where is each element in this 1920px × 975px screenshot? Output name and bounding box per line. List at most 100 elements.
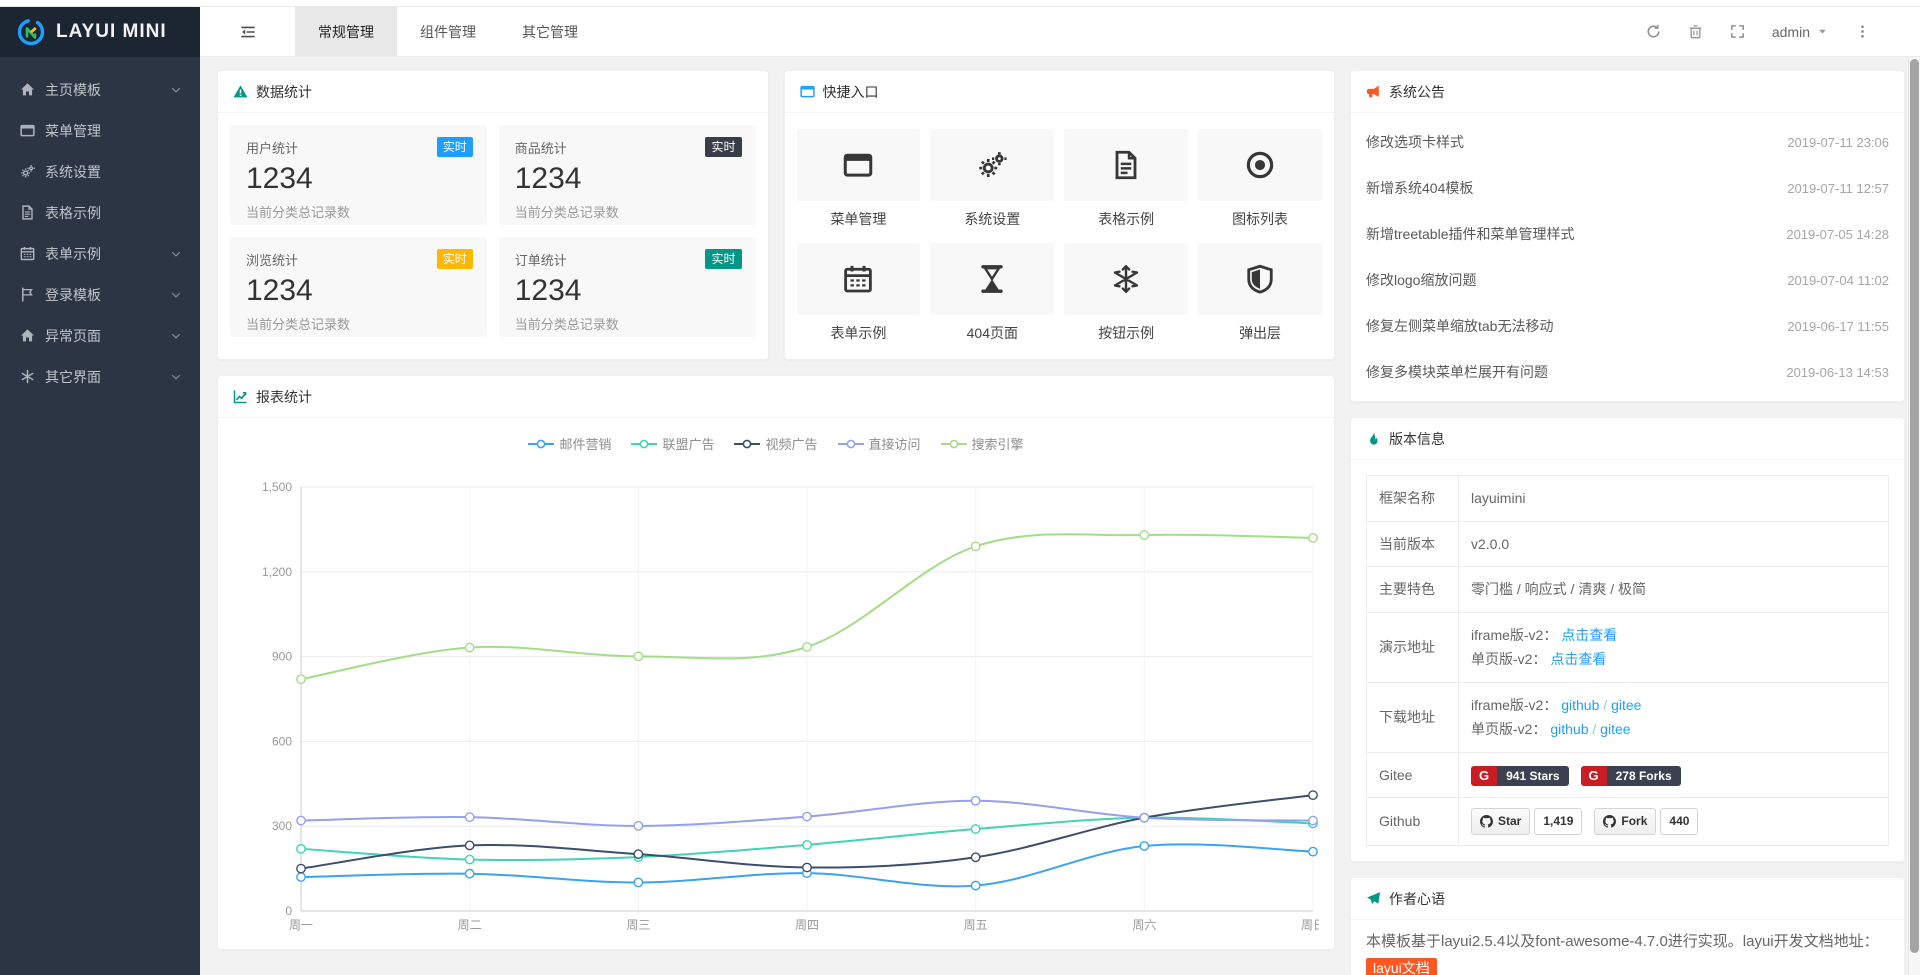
- sidebar-item-label: 表格示例: [45, 203, 101, 223]
- panel-version-info-header: 版本信息: [1351, 418, 1904, 460]
- topbar-actions: admin: [1646, 24, 1920, 40]
- version-link[interactable]: 点击查看: [1550, 651, 1606, 667]
- sidebar-item-label: 其它界面: [45, 367, 101, 387]
- layui-doc-badge[interactable]: layui文档: [1366, 958, 1437, 975]
- chart-body: 邮件营销联盟广告视频广告直接访问搜索引擎 03006009001,2001,50…: [218, 418, 1334, 949]
- github-star-button[interactable]: Star1,419: [1471, 808, 1582, 835]
- fire-icon: [1366, 431, 1381, 446]
- svg-text:周四: 周四: [795, 918, 819, 932]
- announcement-row[interactable]: 新增系统404模板2019-07-11 12:57: [1366, 165, 1889, 211]
- quick-entry-表格示例[interactable]: 表格示例: [1064, 129, 1188, 229]
- sidebar-item-8[interactable]: 其它界面: [0, 356, 200, 397]
- chevron-down-icon: [170, 289, 182, 301]
- home-icon: [20, 328, 35, 343]
- announcement-row[interactable]: 修复多模块菜单栏展开有问题2019-06-13 14:53: [1366, 349, 1889, 395]
- panel-title: 快捷入口: [823, 82, 879, 102]
- stat-value: 1234: [246, 274, 471, 308]
- quick-entry-菜单管理[interactable]: 菜单管理: [797, 129, 921, 229]
- panel-announcements-header: 系统公告: [1351, 71, 1904, 113]
- realtime-badge: 实时: [705, 249, 741, 269]
- stat-desc: 当前分类总记录数: [515, 202, 740, 221]
- sidebar-item-2[interactable]: 菜单管理: [0, 110, 200, 151]
- file-icon: [1111, 150, 1141, 180]
- realtime-badge: 实时: [437, 249, 473, 269]
- page-scrollbar[interactable]: [1908, 57, 1920, 975]
- quick-entry-表单示例[interactable]: 表单示例: [797, 243, 921, 343]
- quick-entry-图标列表[interactable]: 图标列表: [1198, 129, 1322, 229]
- clear-trash-icon[interactable]: [1688, 24, 1703, 39]
- version-row: 框架名称layuimini: [1367, 476, 1889, 522]
- stat-value: 1234: [515, 274, 740, 308]
- sidebar: LAYUI MINI 主页模板菜单管理系统设置表格示例表单示例登录模板异常页面其…: [0, 7, 200, 975]
- github-icon: [1480, 815, 1493, 828]
- legend-item-邮件营销[interactable]: 邮件营销: [528, 434, 611, 453]
- quick-entry-404页面[interactable]: 404页面: [930, 243, 1054, 343]
- version-link[interactable]: gitee: [1611, 697, 1641, 713]
- sidebar-item-5[interactable]: 表单示例: [0, 233, 200, 274]
- home-icon: [20, 82, 35, 97]
- svg-text:600: 600: [272, 734, 292, 748]
- realtime-badge: 实时: [705, 137, 741, 157]
- announcement-row[interactable]: 修复左侧菜单缩放tab无法移动2019-06-17 11:55: [1366, 303, 1889, 349]
- svg-text:1,500: 1,500: [262, 480, 292, 494]
- announcement-date: 2019-06-17 11:55: [1787, 319, 1889, 334]
- left-column: 数据统计 用户统计1234当前分类总记录数实时商品统计1234当前分类总记录数实…: [217, 70, 1335, 975]
- flag-icon: [20, 287, 35, 302]
- announcement-text: 新增treetable插件和菜单管理样式: [1366, 224, 1574, 244]
- tab-2[interactable]: 组件管理: [397, 7, 499, 56]
- refresh-icon[interactable]: [1646, 24, 1661, 39]
- version-value: iframe版-v2： 点击查看单页版-v2： 点击查看: [1459, 612, 1889, 682]
- gitee-badge[interactable]: G941 Stars: [1471, 766, 1569, 786]
- announcement-row[interactable]: 新增treetable插件和菜单管理样式 2019-07-05 14:28: [1366, 211, 1889, 257]
- stats-cards: 用户统计1234当前分类总记录数实时商品统计1234当前分类总记录数实时浏览统计…: [218, 113, 768, 349]
- calendar-icon: [20, 246, 35, 261]
- snowflake-icon: [1111, 264, 1141, 294]
- announcement-date: 2019-07-05 14:28: [1786, 227, 1889, 242]
- gitee-badge[interactable]: G278 Forks: [1581, 766, 1681, 786]
- sidebar-item-3[interactable]: 系统设置: [0, 151, 200, 192]
- layui-logo-icon: [16, 17, 46, 47]
- sidebar-item-6[interactable]: 登录模板: [0, 274, 200, 315]
- legend-item-搜索引擎[interactable]: 搜索引擎: [941, 434, 1024, 453]
- announcement-text: 新增系统404模板: [1366, 178, 1473, 198]
- github-count[interactable]: 440: [1660, 808, 1698, 835]
- version-row: GithubStar1,419Fork440: [1367, 798, 1889, 846]
- legend-item-视频广告[interactable]: 视频广告: [734, 434, 817, 453]
- github-count[interactable]: 1,419: [1534, 808, 1582, 835]
- svg-text:周六: 周六: [1132, 918, 1156, 932]
- tab-1[interactable]: 常规管理: [295, 7, 397, 56]
- sidebar-item-1[interactable]: 主页模板: [0, 69, 200, 110]
- legend-item-直接访问[interactable]: 直接访问: [838, 434, 921, 453]
- window-icon: [20, 123, 35, 138]
- version-link[interactable]: 点击查看: [1561, 627, 1617, 643]
- chevron-down-icon: [170, 330, 182, 342]
- version-link[interactable]: github: [1550, 721, 1588, 737]
- logo[interactable]: LAYUI MINI: [0, 7, 200, 57]
- legend-item-联盟广告[interactable]: 联盟广告: [631, 434, 714, 453]
- scrollbar-thumb[interactable]: [1910, 59, 1919, 953]
- sidebar-collapse-icon[interactable]: [200, 7, 295, 56]
- sidebar-item-7[interactable]: 异常页面: [0, 315, 200, 356]
- version-link[interactable]: github: [1561, 697, 1599, 713]
- panel-author-words: 作者心语 本模板基于layui2.5.4以及font-awesome-4.7.0…: [1350, 877, 1905, 975]
- sidebar-item-label: 主页模板: [45, 80, 101, 100]
- more-options-icon[interactable]: [1855, 24, 1870, 39]
- fullscreen-icon[interactable]: [1730, 24, 1745, 39]
- sidebar-item-4[interactable]: 表格示例: [0, 192, 200, 233]
- announcement-text: 修改logo缩放问题: [1366, 270, 1476, 290]
- tab-3[interactable]: 其它管理: [499, 7, 601, 56]
- version-link[interactable]: gitee: [1600, 721, 1630, 737]
- stat-desc: 当前分类总记录数: [515, 314, 740, 333]
- announcement-row[interactable]: 修改选项卡样式2019-07-11 23:06: [1366, 119, 1889, 165]
- app-root: LAYUI MINI 主页模板菜单管理系统设置表格示例表单示例登录模板异常页面其…: [0, 7, 1920, 975]
- svg-text:0: 0: [285, 904, 292, 918]
- github-fork-button[interactable]: Fork440: [1594, 808, 1698, 835]
- quick-entry-按钮示例[interactable]: 按钮示例: [1064, 243, 1188, 343]
- file-icon: [20, 205, 35, 220]
- panel-quick-entry-header: 快捷入口: [785, 71, 1335, 113]
- announcement-row[interactable]: 修改logo缩放问题2019-07-04 11:02: [1366, 257, 1889, 303]
- quick-entry-系统设置[interactable]: 系统设置: [930, 129, 1054, 229]
- user-menu[interactable]: admin: [1772, 24, 1828, 40]
- realtime-badge: 实时: [437, 137, 473, 157]
- quick-entry-弹出层[interactable]: 弹出层: [1198, 243, 1322, 343]
